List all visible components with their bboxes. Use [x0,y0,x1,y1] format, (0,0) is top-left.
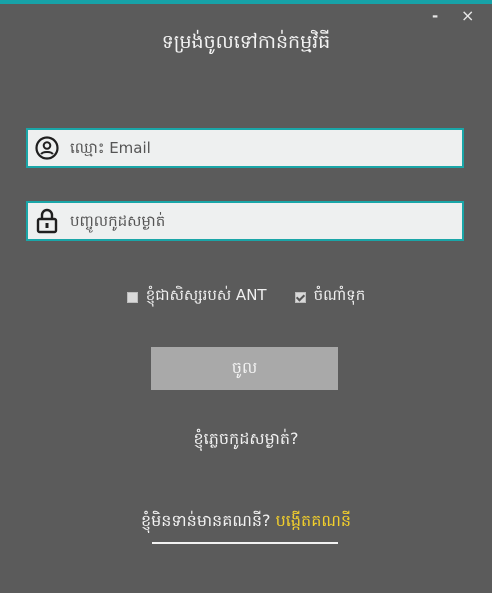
signup-link[interactable]: បង្កើតគណនី [276,511,351,530]
remember-checkbox-box[interactable] [294,291,306,303]
username-field[interactable] [26,128,464,168]
member-checkbox-box[interactable] [126,291,138,303]
user-circle-icon [28,130,66,166]
login-button[interactable]: ចូល [151,347,338,390]
signup-underline [152,542,338,544]
close-button[interactable]: × [461,8,474,24]
window-title: ទម្រង់ចូលទៅកាន់កម្មវិធី [161,31,331,53]
password-field[interactable] [26,201,464,241]
options-row: ខ្ញុំជាសិស្សរបស់ ANT ចំណាំទុក [0,286,492,308]
password-input[interactable] [66,203,462,239]
username-input[interactable] [66,130,462,166]
remember-checkbox[interactable]: ចំណាំទុក [294,286,366,308]
lock-icon [28,203,66,239]
login-window: - × ទម្រង់ចូលទៅកាន់កម្មវិធី ខ្ញុំជាសិស្ស… [0,0,492,593]
no-account-text: ខ្ញុំមិនទាន់មានគណនី? [140,511,271,530]
signup-row: ខ្ញុំមិនទាន់មានគណនី? បង្កើតគណនី [0,510,492,534]
forgot-password-link[interactable]: ខ្ញុំភ្លេចកូដសម្ងាត់? [0,428,492,452]
minimize-button[interactable]: - [432,8,438,24]
member-checkbox[interactable]: ខ្ញុំជាសិស្សរបស់ ANT [126,286,267,308]
member-checkbox-label: ខ្ញុំជាសិស្សរបស់ ANT [145,286,267,304]
remember-checkbox-label: ចំណាំទុក [313,286,366,304]
